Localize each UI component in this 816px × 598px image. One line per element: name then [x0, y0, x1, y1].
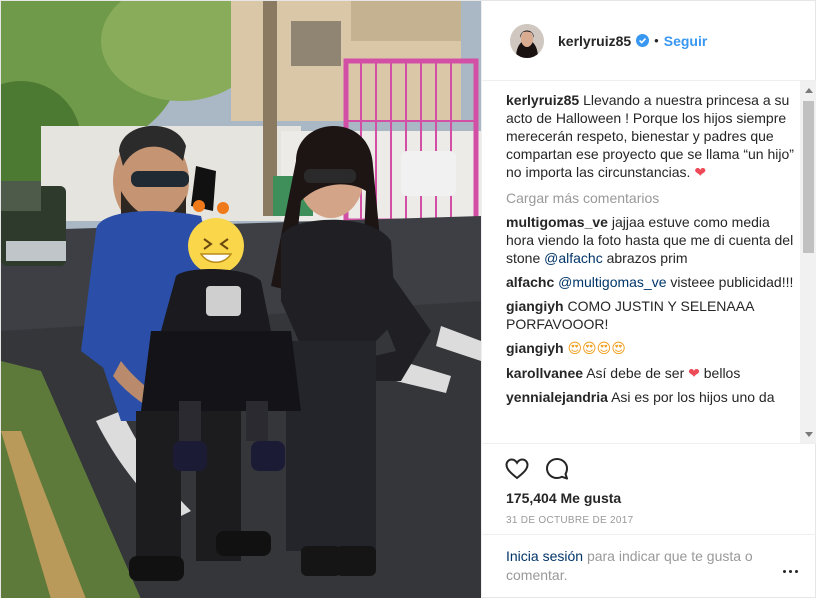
comment-bubble-icon[interactable] [544, 456, 570, 482]
comment-author[interactable]: alfachc [506, 274, 554, 290]
comment-author[interactable]: multigomas_ve [506, 214, 608, 230]
caption-author[interactable]: kerlyruiz85 [506, 92, 579, 108]
comment-text: Así debe de ser [586, 365, 685, 381]
instagram-post: kerlyruiz85 • Seguir kerlyruiz85 Llevand… [0, 0, 816, 598]
comment-text: abrazos prim [606, 250, 688, 266]
load-more-comments-button[interactable]: Cargar más comentarios [506, 189, 796, 207]
post-photo[interactable] [1, 1, 481, 598]
comment: giangiyh COMO JUSTIN Y SELENAAA PORFAVOO… [506, 297, 796, 333]
post-actions: 175,404 Me gusta 31 DE OCTUBRE DE 2017 [482, 443, 816, 535]
post-date: 31 DE OCTUBRE DE 2017 [506, 515, 634, 526]
username-link[interactable]: kerlyruiz85 [558, 33, 631, 49]
login-link[interactable]: Inicia sesión [506, 548, 583, 564]
comment: yennialejandria Asi es por los hijos uno… [506, 388, 796, 406]
comments-scrollbar[interactable] [800, 81, 816, 443]
login-prompt: Inicia sesión para indicar que te gusta … [506, 547, 770, 585]
avatar-image [510, 23, 544, 58]
more-options-icon[interactable] [778, 563, 802, 579]
likes-count[interactable]: 175,404 Me gusta [506, 490, 621, 506]
comment-author[interactable]: giangiyh [506, 298, 564, 314]
comment-emojis: 😍😍😍😍 [567, 341, 626, 357]
comment-author[interactable]: giangiyh [506, 340, 564, 356]
comment: giangiyh 😍😍😍😍 [506, 339, 796, 358]
scroll-up-arrow-icon[interactable] [800, 81, 816, 98]
comment-text: Asi es por los hijos uno da [611, 389, 775, 405]
scrollbar-thumb[interactable] [803, 101, 814, 253]
comment-heart-emoji: ❤ [688, 365, 700, 381]
header-separator: • [654, 33, 659, 48]
more-options-dot [782, 569, 786, 573]
verified-badge-icon [636, 34, 650, 47]
post-side-panel: kerlyruiz85 • Seguir kerlyruiz85 Llevand… [481, 1, 816, 598]
more-options-dot [788, 569, 792, 573]
heart-outline-icon[interactable] [504, 456, 530, 482]
comment-author[interactable]: yennialejandria [506, 389, 608, 405]
comment-text: visteee publicidad!!! [670, 274, 794, 290]
avatar[interactable] [510, 23, 544, 58]
post-caption: kerlyruiz85 Llevando a nuestra princesa … [506, 91, 796, 181]
comment: alfachc @multigomas_ve visteee publicida… [506, 273, 796, 291]
comment-text: bellos [703, 365, 741, 381]
more-options-dot [794, 569, 798, 573]
comment-mention[interactable]: @alfachc [544, 250, 603, 266]
comment: multigomas_ve jajjaa estuve como media h… [506, 213, 796, 267]
comments-list[interactable]: kerlyruiz85 Llevando a nuestra princesa … [506, 91, 796, 441]
follow-button[interactable]: Seguir [664, 33, 708, 49]
scroll-down-arrow-icon[interactable] [800, 426, 816, 443]
comment-mention[interactable]: @multigomas_ve [558, 274, 666, 290]
comment: karollvanee Así debe de ser ❤ bellos [506, 364, 796, 382]
caption-heart-emoji: ❤ [694, 164, 707, 180]
family-halloween-photo [1, 1, 481, 598]
comment-author[interactable]: karollvanee [506, 365, 583, 381]
post-header: kerlyruiz85 • Seguir [482, 1, 816, 81]
